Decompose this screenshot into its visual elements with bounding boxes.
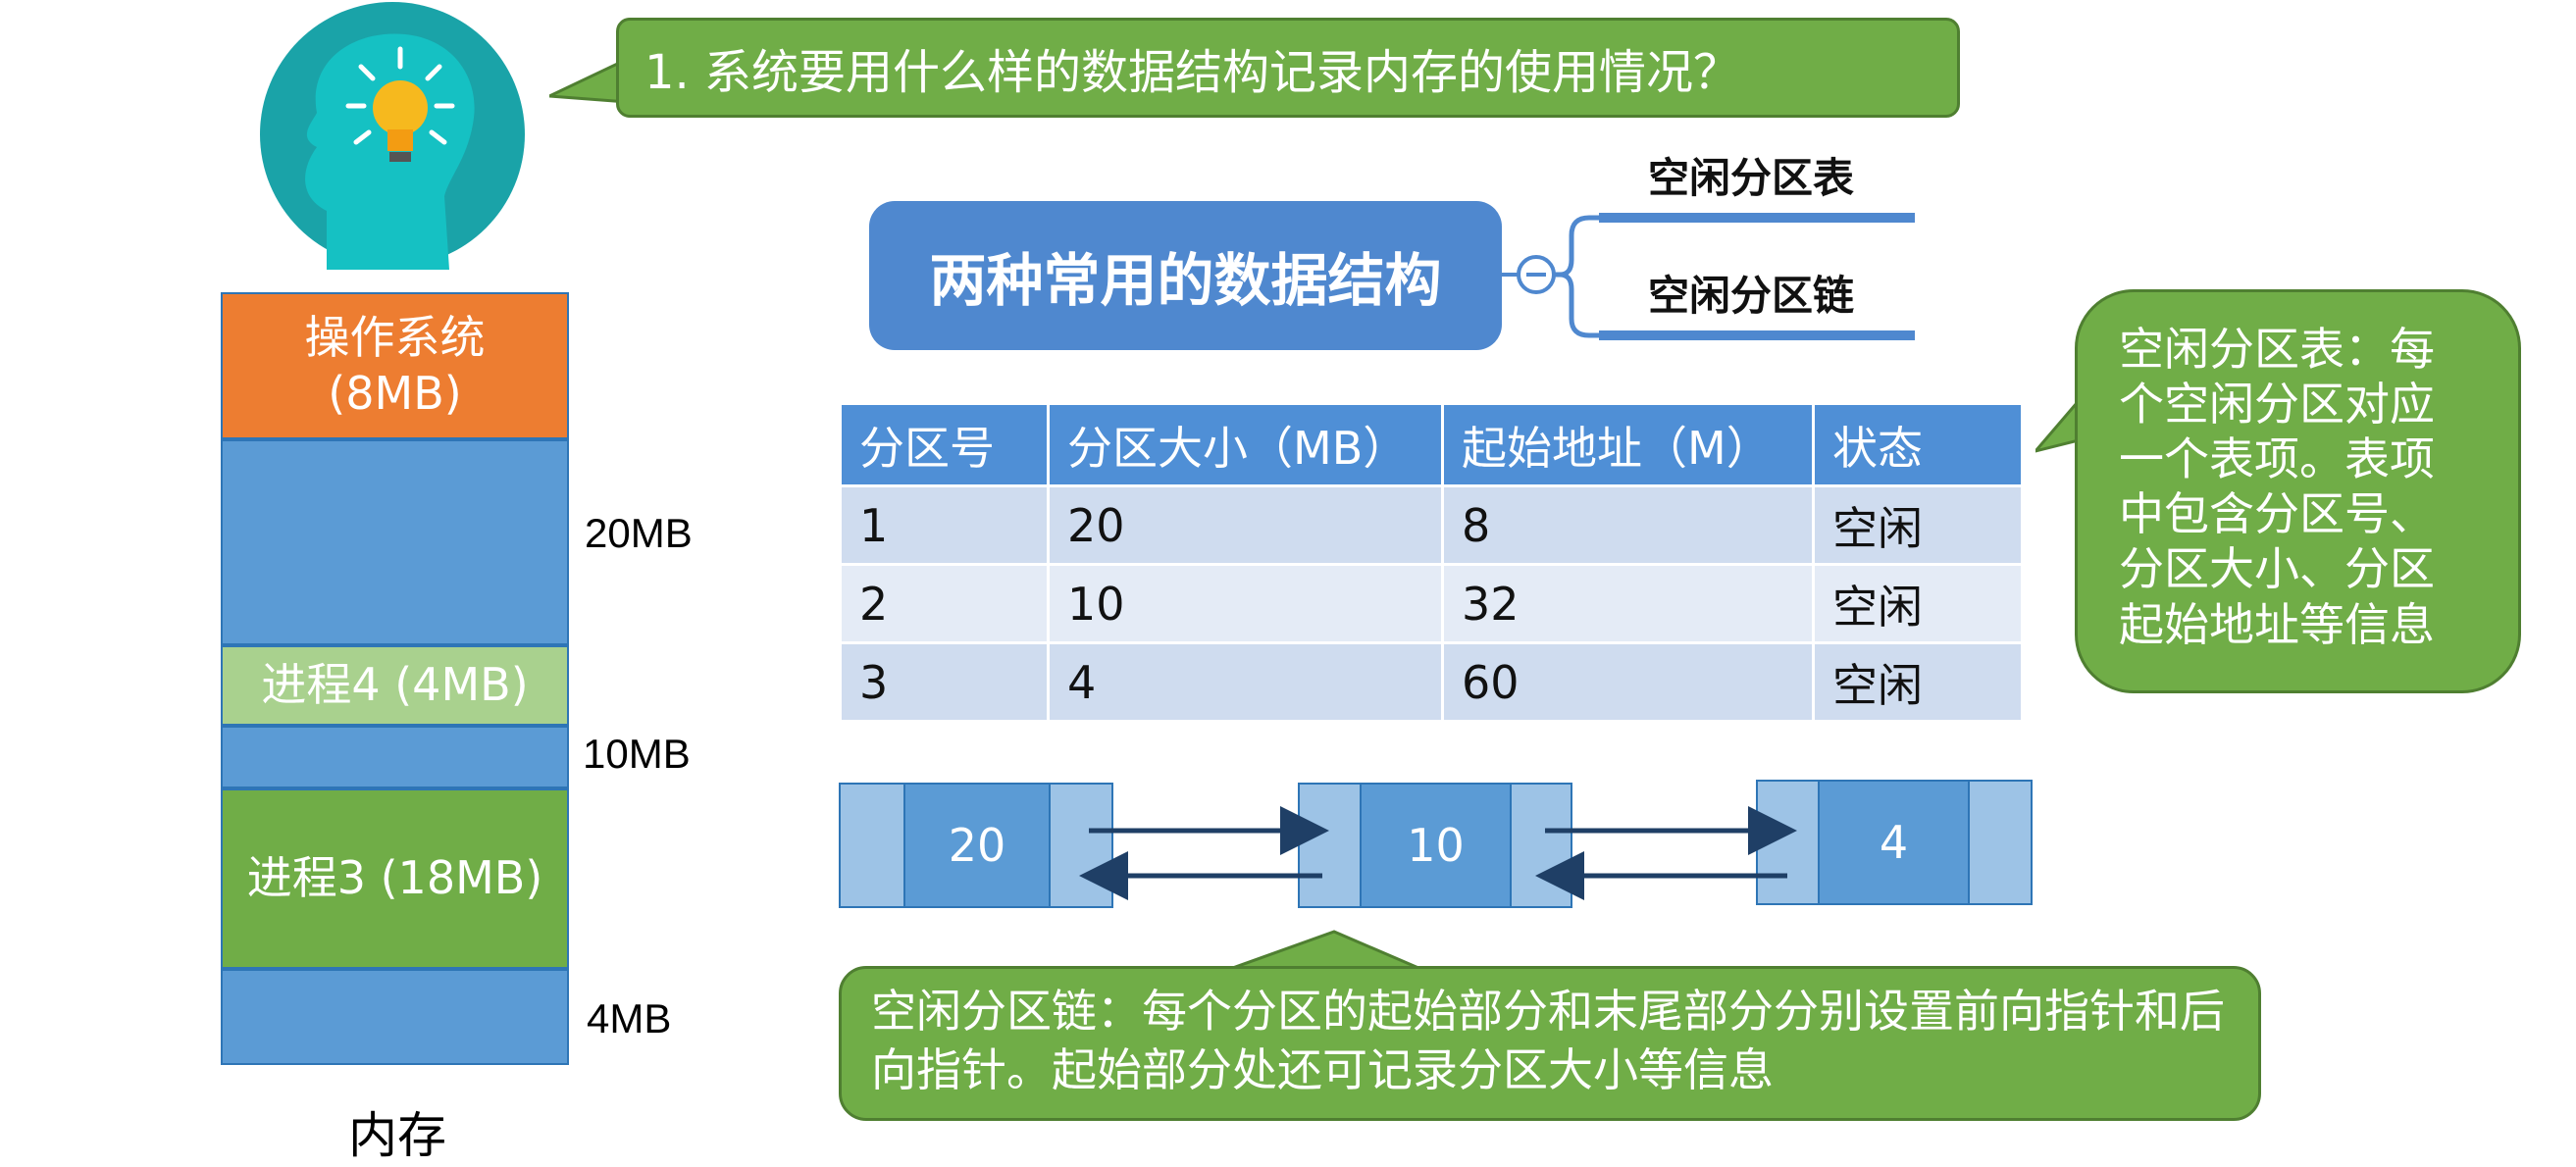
process3-label: 进程3 (18MB) (246, 851, 543, 905)
chain-node-tail (1968, 780, 2033, 905)
mindmap-title: 两种常用的数据结构 (869, 201, 1502, 350)
free-partition-table: 分区号 分区大小（MB） 起始地址（M） 状态 1 20 8 空闲 2 10 3… (839, 402, 2024, 723)
collapse-icon[interactable] (1517, 255, 1556, 294)
table-cell: 2 (839, 563, 1050, 644)
process4-label: 进程4 (4MB) (261, 658, 529, 712)
chain-note-callout: 空闲分区链：每个分区的起始部分和末尾部分分别设置前向指针和后向指针。起始部分处还… (839, 966, 2261, 1121)
header-size: 分区大小（MB） (1047, 402, 1444, 487)
table-cell: 4 (1047, 641, 1444, 723)
os-block: 操作系统 (8MB) (221, 292, 569, 439)
process4-block: 进程4 (4MB) (221, 645, 569, 726)
size-label-4mb: 4MB (587, 995, 672, 1041)
question-text: 1. 系统要用什么样的数据结构记录内存的使用情况？ (644, 45, 1741, 100)
os-block-size: (8MB) (328, 367, 462, 420)
question-callout: 1. 系统要用什么样的数据结构记录内存的使用情况？ (616, 18, 1960, 118)
free-block-10mb (221, 726, 569, 788)
header-partition-no: 分区号 (839, 402, 1050, 487)
table-cell: 空闲 (1812, 563, 2024, 644)
head-lightbulb-icon (260, 2, 525, 270)
chain-note-text: 空闲分区链：每个分区的起始部分和末尾部分分别设置前向指针和后向指针。起始部分处还… (871, 985, 2225, 1096)
table-row: 1 20 8 空闲 (839, 484, 2024, 566)
table-header-row: 分区号 分区大小（MB） 起始地址（M） 状态 (839, 402, 2024, 487)
chain-pointers (1079, 806, 1797, 900)
free-block-4mb (221, 969, 569, 1065)
branch-free-chain: 空闲分区链 (1648, 272, 1855, 320)
table-row: 2 10 32 空闲 (839, 563, 2024, 644)
branch-free-table: 空闲分区表 (1648, 154, 1855, 202)
table-cell: 空闲 (1812, 484, 2024, 566)
os-block-label: 操作系统 (304, 310, 486, 364)
size-label-20mb: 20MB (585, 510, 693, 556)
table-cell: 20 (1047, 484, 1444, 566)
table-cell: 10 (1047, 563, 1444, 644)
mindmap-title-text: 两种常用的数据结构 (929, 247, 1442, 314)
header-start-address: 起始地址（M） (1441, 402, 1815, 487)
table-cell: 1 (839, 484, 1050, 566)
table-cell: 8 (1441, 484, 1815, 566)
table-cell: 32 (1441, 563, 1815, 644)
free-block-20mb (221, 439, 569, 645)
header-status: 状态 (1812, 402, 2024, 487)
table-note-text: 空闲分区表：每个空闲分区对应一个表项。表项中包含分区号、分区大小、分区起始地址等… (2119, 323, 2435, 651)
chain-node-head (839, 783, 905, 908)
chain-node-size: 20 (903, 783, 1051, 908)
table-note-callout: 空闲分区表：每个空闲分区对应一个表项。表项中包含分区号、分区大小、分区起始地址等… (2075, 289, 2521, 693)
table-cell: 60 (1441, 641, 1815, 723)
process3-block: 进程3 (18MB) (221, 788, 569, 969)
table-row: 3 4 60 空闲 (839, 641, 2024, 723)
table-cell: 空闲 (1812, 641, 2024, 723)
memory-label: 内存 (348, 1107, 446, 1164)
table-cell: 3 (839, 641, 1050, 723)
chain-node: 20 (839, 783, 1113, 908)
size-label-10mb: 10MB (583, 731, 691, 777)
